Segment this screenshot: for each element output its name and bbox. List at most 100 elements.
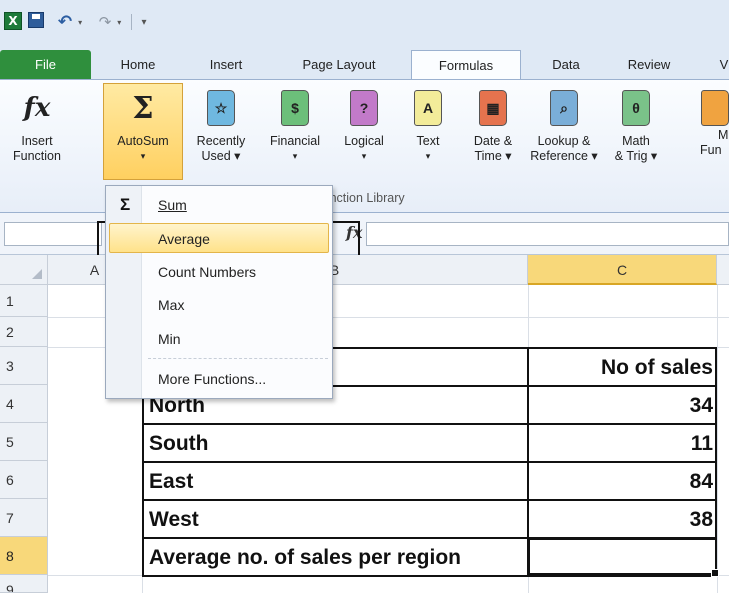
autosum-dropdown-icon[interactable]: ▾: [103, 149, 183, 164]
cell-b5-region[interactable]: South: [149, 425, 208, 462]
autosum-label: AutoSum: [117, 134, 169, 148]
fx-icon[interactable]: fx: [346, 223, 362, 242]
undo-button[interactable]: ↶ ▾: [50, 12, 90, 32]
quick-access-toolbar: X ↶ ▾ ↷ ▾ ▾: [0, 0, 729, 44]
menu-separator: [148, 358, 328, 359]
date-time-label: Date &: [473, 134, 513, 148]
tab-review[interactable]: Review: [614, 50, 684, 79]
date-time-button[interactable]: ▦ Date & Time ▾: [462, 88, 524, 164]
lookup-reference-button[interactable]: ⌕ Lookup & Reference ▾: [528, 88, 600, 164]
menu-item-sum-label: Sum: [158, 197, 187, 213]
cell-b6-region[interactable]: East: [149, 463, 193, 500]
row-header-9[interactable]: 9: [0, 575, 48, 593]
excel-logo-icon[interactable]: X: [4, 12, 22, 30]
menu-item-count-numbers[interactable]: Count Numbers: [106, 257, 332, 287]
menu-item-count-numbers-label: Count Numbers: [158, 264, 257, 280]
more-functions-label: M: [718, 128, 729, 142]
recently-used-label-2: Used ▾: [201, 149, 241, 163]
text-icon: A: [414, 90, 442, 126]
text-button[interactable]: A Text ▾: [408, 88, 448, 164]
cell-b8-average-label[interactable]: Average no. of sales per region: [149, 539, 461, 576]
row-header-6[interactable]: 6: [0, 461, 48, 499]
formula-input[interactable]: [366, 222, 729, 246]
table-border: [142, 461, 717, 463]
more-functions-button[interactable]: M Fun: [700, 88, 729, 158]
selected-cell-c8[interactable]: [528, 538, 719, 577]
lookup-reference-label: Lookup &: [537, 134, 591, 148]
menu-item-average-label: Average: [158, 231, 210, 247]
tab-file[interactable]: File: [0, 50, 91, 79]
sigma-icon: Σ: [132, 90, 154, 126]
qat-divider: [131, 14, 132, 30]
tab-insert[interactable]: Insert: [196, 50, 256, 79]
name-box[interactable]: [4, 222, 102, 246]
menu-item-sum[interactable]: Σ Sum: [106, 190, 332, 220]
math-trig-button[interactable]: θ Math & Trig ▾: [603, 88, 669, 164]
menu-item-max-label: Max: [158, 297, 185, 313]
cell-c6-sales[interactable]: 84: [690, 463, 713, 500]
more-functions-icon: [700, 90, 729, 126]
redo-icon: ↷: [98, 13, 112, 31]
cell-c4-sales[interactable]: 34: [690, 387, 713, 424]
text-label: Text: [416, 134, 440, 148]
more-functions-label-2: Fun: [700, 143, 722, 157]
save-icon[interactable]: [28, 12, 44, 28]
logical-label: Logical: [344, 134, 384, 148]
financial-icon: $: [281, 90, 309, 126]
logical-icon: ?: [350, 90, 378, 126]
menu-item-max[interactable]: Max: [106, 290, 332, 320]
insert-function-label: Insert: [21, 134, 53, 148]
financial-button[interactable]: $ Financial ▾: [259, 88, 331, 164]
lookup-reference-label-2: Reference ▾: [530, 149, 598, 163]
math-trig-icon: θ: [622, 90, 650, 126]
autosum-dropdown-menu: Σ Sum Average Count Numbers Max Min More…: [105, 185, 333, 399]
insert-function-icon: fx: [23, 93, 51, 123]
date-time-icon: ▦: [479, 90, 507, 126]
menu-item-min-label: Min: [158, 331, 181, 347]
customize-qat-icon[interactable]: ▾: [136, 12, 152, 32]
date-time-label-2: Time ▾: [474, 149, 512, 163]
tab-page-layout[interactable]: Page Layout: [284, 50, 394, 79]
financial-label: Financial: [269, 134, 321, 148]
row-header-8[interactable]: 8: [0, 537, 48, 575]
undo-icon: ↶: [57, 12, 73, 32]
lookup-reference-icon: ⌕: [550, 90, 578, 126]
logical-button[interactable]: ? Logical ▾: [334, 88, 394, 164]
logical-dropdown-icon[interactable]: ▾: [334, 149, 394, 164]
tab-home[interactable]: Home: [108, 50, 168, 79]
row-header-2[interactable]: 2: [0, 317, 48, 347]
redo-dropdown-icon[interactable]: ▾: [117, 18, 121, 27]
table-border: [142, 499, 717, 501]
row-header-4[interactable]: 4: [0, 385, 48, 423]
recently-used-button[interactable]: ☆ Recently Used ▾: [185, 88, 257, 164]
insert-function-label-2: Function: [13, 149, 61, 163]
cell-c5-sales[interactable]: 11: [691, 425, 713, 462]
select-all-corner[interactable]: [0, 255, 48, 285]
cell-c3-header[interactable]: No of sales: [601, 349, 713, 386]
column-header-c[interactable]: C: [528, 255, 717, 285]
cell-b7-region[interactable]: West: [149, 501, 199, 538]
math-trig-label: Math: [622, 134, 650, 148]
row-header-1[interactable]: 1: [0, 285, 48, 317]
row-header-3[interactable]: 3: [0, 347, 48, 385]
insert-function-button[interactable]: fx Insert Function: [6, 88, 68, 164]
text-dropdown-icon[interactable]: ▾: [408, 149, 448, 164]
row-header-5[interactable]: 5: [0, 423, 48, 461]
cell-c7-sales[interactable]: 38: [690, 501, 713, 538]
redo-button[interactable]: ↷ ▾: [92, 12, 128, 32]
menu-item-min[interactable]: Min: [106, 324, 332, 354]
autosum-button[interactable]: Σ AutoSum ▾: [103, 88, 183, 164]
column-header-d[interactable]: [717, 255, 729, 285]
ribbon-tabs: File Home Insert Page Layout Formulas Da…: [0, 44, 729, 79]
tab-formulas[interactable]: Formulas: [411, 50, 521, 79]
menu-item-average[interactable]: Average: [109, 223, 329, 253]
financial-dropdown-icon[interactable]: ▾: [259, 149, 331, 164]
tab-view[interactable]: V: [714, 50, 729, 79]
row-header-7[interactable]: 7: [0, 499, 48, 537]
undo-dropdown-icon[interactable]: ▾: [78, 18, 82, 27]
gridline: [717, 285, 718, 593]
menu-item-more-functions[interactable]: More Functions...: [106, 364, 332, 394]
recently-used-icon: ☆: [207, 90, 235, 126]
tab-data[interactable]: Data: [536, 50, 596, 79]
sigma-icon: Σ: [120, 195, 131, 214]
